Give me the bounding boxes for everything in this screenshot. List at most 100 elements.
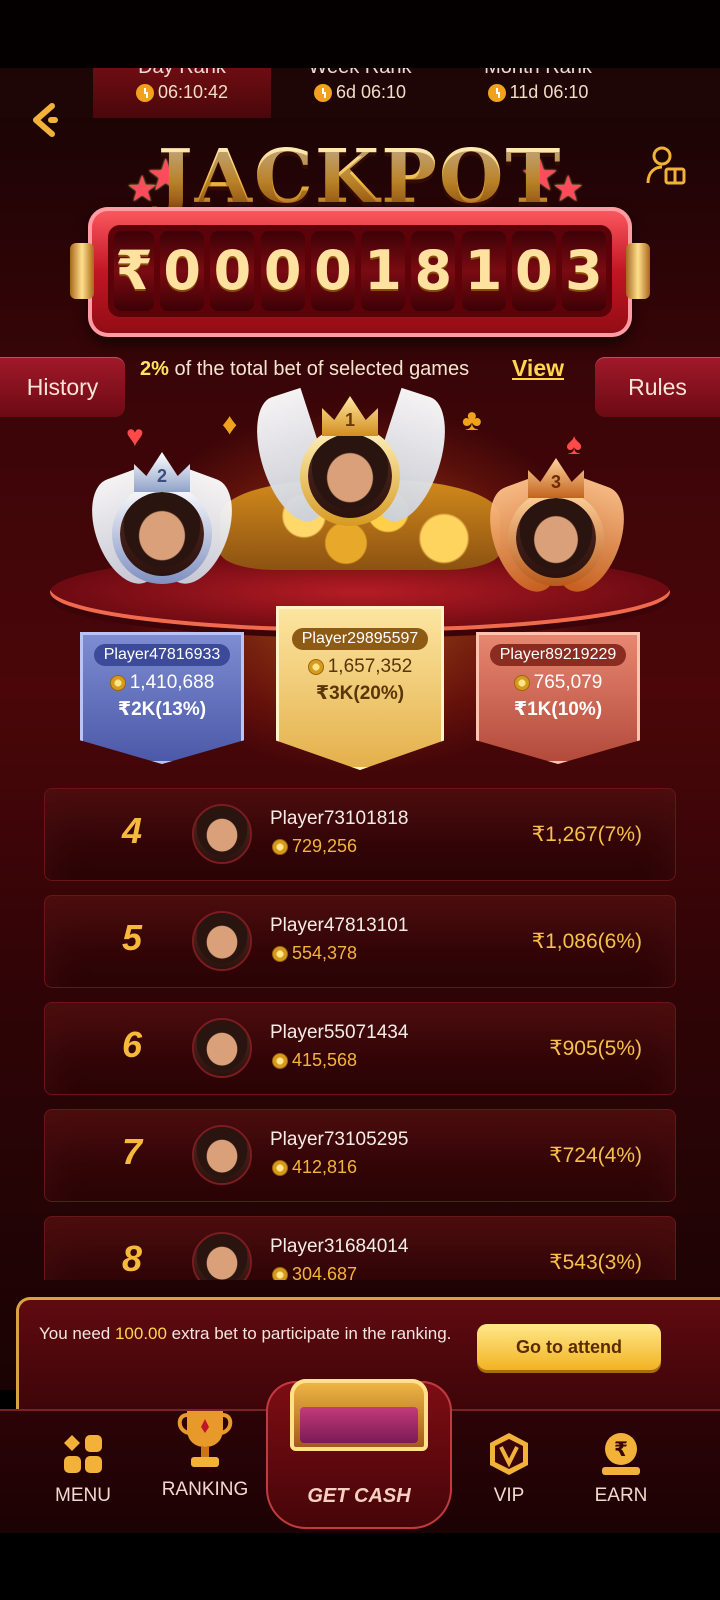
notice-amount: 100.00	[114, 1324, 167, 1343]
notice-suffix: extra bet to participate in the ranking.	[166, 1324, 452, 1343]
rank-tabs: Day Rank 06:10:42 Week Rank 6d 06:10 Mon…	[0, 68, 720, 118]
coin-icon	[272, 1266, 288, 1280]
clock-icon	[313, 83, 332, 102]
score-value: 554,378	[292, 943, 358, 963]
avatar	[192, 1232, 252, 1280]
avatar-rank-2[interactable]	[120, 492, 204, 576]
player-score: 304,687	[272, 1264, 357, 1280]
score-value: 415,568	[292, 1050, 358, 1070]
status-bar	[0, 0, 720, 68]
avatar-image	[308, 434, 392, 518]
player-prize: ₹1K(10%)	[513, 699, 603, 720]
nav-menu[interactable]: MENU	[28, 1431, 138, 1507]
player-prize: ₹724(4%)	[549, 1144, 642, 1167]
player-name: Player47813101	[270, 915, 409, 936]
rules-button[interactable]: Rules	[595, 357, 720, 417]
player-score: 765,079	[476, 672, 640, 694]
score-value: 1,410,688	[129, 672, 215, 693]
tab-week-rank[interactable]: Week Rank 6d 06:10	[271, 68, 449, 118]
avatar-image	[194, 913, 250, 969]
jackpot-description: 2% of the total bet of selected games	[140, 358, 469, 381]
ranking-row[interactable]: 8 Player31684014 304,687 ₹543(3%)	[44, 1216, 676, 1280]
tab-label: Week Rank	[271, 68, 449, 79]
avatar-rank-3[interactable]	[516, 498, 596, 578]
nav-label: MENU	[55, 1485, 111, 1506]
ranking-row[interactable]: 5 Player47813101 554,378 ₹1,086(6%)	[44, 895, 676, 988]
nav-label: GET CASH	[307, 1485, 411, 1507]
avatar-image	[194, 806, 250, 862]
rank-number: 7	[122, 1131, 143, 1172]
ranking-row[interactable]: 6 Player55071434 415,568 ₹905(5%)	[44, 1002, 676, 1095]
jackpot-digit: 0	[511, 231, 556, 311]
go-to-attend-button[interactable]: Go to attend	[477, 1324, 661, 1370]
player-score: 1,410,688	[80, 672, 244, 694]
invite-gift-icon[interactable]	[646, 145, 688, 187]
avatar-image	[516, 498, 596, 578]
nav-ranking[interactable]: RANKING	[150, 1405, 260, 1501]
vip-badge-icon	[486, 1431, 532, 1477]
nav-label: EARN	[594, 1485, 648, 1506]
avatar-rank-1[interactable]	[308, 434, 392, 518]
avatar-image	[120, 492, 204, 576]
counter-knob	[70, 243, 94, 299]
clock-icon	[487, 83, 506, 102]
coin-icon	[307, 659, 324, 675]
currency-symbol: ₹	[114, 231, 154, 311]
ranking-row[interactable]: 4 Player73101818 729,256 ₹1,267(7%)	[44, 788, 676, 881]
nav-label: RANKING	[161, 1479, 249, 1500]
podium-banner-rank-1: Player29895597 1,657,352 ₹3K(20%)	[276, 606, 444, 770]
player-score: 412,816	[272, 1157, 357, 1178]
tab-timer: 11d 06:10	[449, 82, 627, 103]
jackpot-digit: 1	[461, 231, 506, 311]
nav-vip[interactable]: VIP	[454, 1431, 564, 1507]
view-link[interactable]: View	[512, 355, 564, 382]
rupee-earn-icon: ₹	[598, 1431, 644, 1477]
clock-icon	[135, 83, 154, 102]
coin-icon	[272, 838, 288, 855]
score-value: 304,687	[292, 1264, 358, 1280]
coin-icon	[272, 1159, 288, 1176]
player-prize: ₹905(5%)	[549, 1037, 642, 1060]
ranking-row[interactable]: 7 Player73105295 412,816 ₹724(4%)	[44, 1109, 676, 1202]
tab-month-rank[interactable]: Month Rank 11d 06:10	[449, 68, 627, 118]
avatar-image	[194, 1020, 250, 1076]
avatar	[192, 804, 252, 864]
jackpot-digit: 8	[411, 231, 456, 311]
counter-knob	[626, 243, 650, 299]
nav-label: VIP	[493, 1485, 525, 1506]
coin-icon	[109, 675, 126, 691]
club-icon: ♣	[462, 404, 482, 437]
ranking-list[interactable]: 4 Player73101818 729,256 ₹1,267(7%) 5 Pl…	[44, 788, 676, 1280]
nav-earn[interactable]: ₹ EARN	[566, 1431, 676, 1507]
timer-text: 06:10:42	[157, 82, 229, 102]
rank-number: 8	[122, 1238, 143, 1279]
player-score: 729,256	[272, 836, 357, 857]
digit-row: ₹ 0 0 0 0 1 8 1 0 3	[108, 225, 612, 317]
jackpot-counter: ₹ 0 0 0 0 1 8 1 0 3	[70, 207, 650, 337]
timer-text: 6d 06:10	[335, 82, 407, 102]
avatar-image	[194, 1127, 250, 1183]
player-score: 415,568	[272, 1050, 357, 1071]
bottom-navigation: MENU RANKING GET CASH VIP ₹ EARN	[0, 1379, 720, 1533]
avatar	[192, 911, 252, 971]
svg-text:₹: ₹	[614, 1437, 628, 1461]
nav-get-cash[interactable]: GET CASH	[266, 1379, 452, 1529]
coin-icon	[272, 1052, 288, 1069]
history-button[interactable]: History	[0, 357, 125, 417]
menu-grid-icon	[60, 1431, 106, 1477]
jackpot-digit: 1	[361, 231, 406, 311]
player-score: 1,657,352	[276, 656, 444, 678]
notice-prefix: You need	[39, 1324, 115, 1343]
rank-number: 6	[122, 1024, 143, 1065]
score-value: 729,256	[292, 836, 358, 856]
player-name: Player29895597	[291, 628, 429, 650]
score-value: 765,079	[533, 672, 603, 693]
jackpot-desc-text: of the total bet of selected games	[168, 358, 470, 380]
tab-timer: 6d 06:10	[271, 82, 449, 103]
player-prize: ₹543(3%)	[549, 1251, 642, 1274]
heart-icon: ♥	[126, 420, 144, 453]
tab-day-rank[interactable]: Day Rank 06:10:42	[93, 68, 271, 118]
player-name: Player31684014	[270, 1236, 409, 1257]
back-chevron-icon[interactable]	[26, 100, 66, 140]
player-name: Player89219229	[489, 644, 627, 666]
